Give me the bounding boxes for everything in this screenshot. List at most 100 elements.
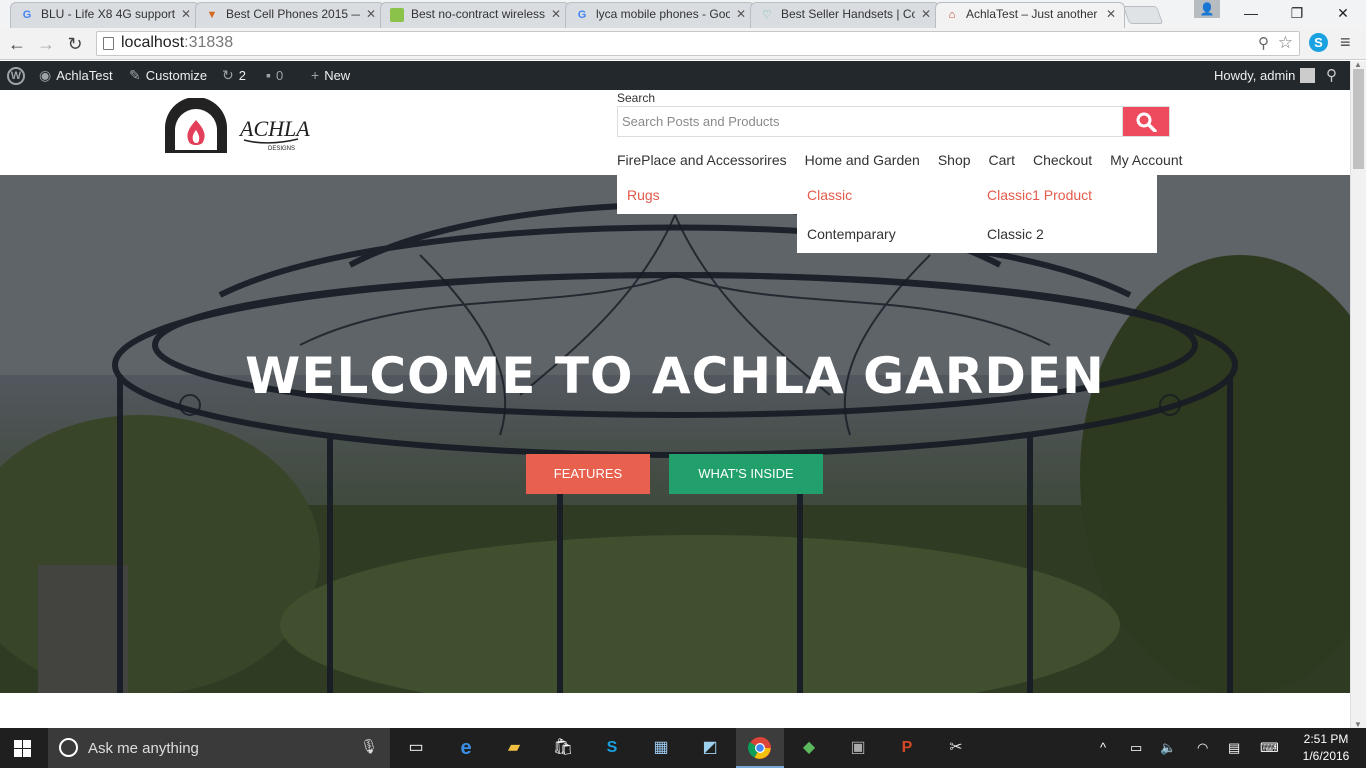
browser-tab[interactable]: ♡ Best Seller Handsets | Co ✕	[750, 2, 940, 28]
skype-extension-icon[interactable]: S	[1309, 33, 1328, 52]
app-icon-4[interactable]: ▣	[846, 736, 870, 760]
wifi-icon[interactable]: ◠	[1197, 740, 1208, 756]
dropdown-item-classic[interactable]: Classic	[807, 187, 852, 203]
scrollbar-thumb[interactable]	[1353, 69, 1364, 169]
logo-wordmark: ACHLA	[238, 116, 310, 141]
google-icon: G	[22, 9, 32, 21]
plus-icon: +	[311, 67, 320, 83]
profile-icon[interactable]: 👤	[1194, 0, 1220, 18]
reload-icon[interactable]: ↻	[64, 33, 86, 55]
browser-tab[interactable]: G BLU - Life X8 4G support ✕	[10, 2, 200, 28]
customize-link[interactable]: ✎ Customize	[129, 61, 207, 90]
tray-chevron-icon[interactable]: ^	[1100, 740, 1106, 755]
cortana-search-box[interactable]: Ask me anything 🎙	[48, 728, 390, 768]
achla-designs-logo[interactable]: ACHLA DESIGNS	[238, 114, 310, 152]
address-bar[interactable]: localhost:31838 ⚲ ☆	[96, 31, 1300, 56]
cortana-placeholder: Ask me anything	[88, 740, 199, 757]
system-clock[interactable]: 2:51 PM 1/6/2016	[1296, 731, 1356, 765]
new-content-link[interactable]: + New	[311, 61, 350, 90]
fireplace-international-logo[interactable]	[161, 98, 231, 154]
back-icon[interactable]: ←	[6, 33, 28, 55]
bookmark-star-icon[interactable]: ☆	[1278, 33, 1293, 53]
edge-icon[interactable]: e	[454, 736, 478, 760]
browser-tab[interactable]: ▼ Best Cell Phones 2015 — ✕	[195, 2, 385, 28]
browser-tab-active[interactable]: ⌂ AchlaTest – Just another W ✕	[935, 2, 1125, 28]
task-view-icon[interactable]: ▭	[404, 736, 428, 760]
chat-icon	[390, 8, 404, 22]
nav-item-checkout[interactable]: Checkout	[1033, 152, 1092, 168]
features-button[interactable]: FEATURES	[526, 454, 650, 494]
whats-inside-button[interactable]: WHAT'S INSIDE	[669, 454, 823, 494]
chrome-taskbar-button[interactable]	[736, 728, 784, 768]
store-icon[interactable]: 🛍	[551, 736, 575, 760]
comments-link[interactable]: ▪ 0	[266, 61, 283, 90]
my-account-link[interactable]: Howdy, admin	[1214, 61, 1316, 90]
forward-icon[interactable]: →	[35, 33, 57, 55]
updates-icon: ↻	[222, 67, 234, 83]
browser-tab[interactable]: Best no-contract wireless ✕	[380, 2, 570, 28]
nav-item-cart[interactable]: Cart	[989, 152, 1015, 168]
logo-subtitle: DESIGNS	[268, 146, 295, 152]
dropdown-item-classic2[interactable]: Classic 2	[987, 226, 1044, 242]
dropdown-panel-level1: Rugs	[617, 175, 797, 214]
close-tab-icon[interactable]: ✕	[551, 7, 561, 21]
clock-time: 2:51 PM	[1303, 732, 1349, 746]
search-icon[interactable]: ⚲	[1258, 34, 1269, 52]
app-icon[interactable]: ▦	[649, 736, 673, 760]
chrome-icon	[748, 737, 771, 759]
close-tab-icon[interactable]: ✕	[366, 7, 376, 21]
close-tab-icon[interactable]: ✕	[736, 7, 746, 21]
page-scrollbar[interactable]: ▲ ▼	[1350, 60, 1366, 729]
app-icon-5[interactable]: ✂	[944, 736, 968, 760]
windows-start-icon[interactable]	[14, 740, 31, 757]
tab-title: Best Cell Phones 2015 —	[226, 7, 360, 21]
dropdown-item-classic1-product[interactable]: Classic1 Product	[987, 187, 1092, 203]
microphone-icon[interactable]: 🎙	[360, 738, 378, 755]
restore-icon[interactable]: ❐	[1274, 0, 1320, 26]
page-icon	[103, 37, 114, 50]
tab-title: BLU - Life X8 4G support	[41, 7, 175, 21]
url-text[interactable]: localhost:31838	[121, 34, 233, 52]
minimize-icon[interactable]: —	[1228, 0, 1274, 26]
tab-title: AchlaTest – Just another W	[966, 7, 1100, 21]
browser-tab[interactable]: G lyca mobile phones - Goo ✕	[565, 2, 755, 28]
pizza-icon: ▼	[206, 9, 218, 21]
new-tab-button[interactable]	[1122, 6, 1164, 24]
close-tab-icon[interactable]: ✕	[181, 7, 191, 21]
site-name-link[interactable]: ◉ AchlaTest	[39, 61, 113, 90]
updates-link[interactable]: ↻ 2	[222, 61, 246, 90]
howdy-label: Howdy, admin	[1214, 68, 1296, 83]
menu-icon[interactable]: ≡	[1340, 32, 1351, 53]
app-icon-2[interactable]: ◩	[698, 736, 722, 760]
skype-icon[interactable]: S	[600, 736, 624, 760]
search-button[interactable]	[1122, 106, 1170, 137]
dashboard-icon: ◉	[39, 67, 52, 83]
dropdown-item-rugs[interactable]: Rugs	[627, 187, 660, 203]
powerpoint-icon[interactable]: P	[895, 736, 919, 760]
nav-item-shop[interactable]: Shop	[938, 152, 971, 168]
dropdown-item-contemporary[interactable]: Contemparary	[807, 226, 896, 242]
scroll-up-icon[interactable]: ▲	[1354, 60, 1362, 69]
dropdown-panel-level2: Classic Contemparary Classic1 Product Cl…	[797, 175, 1157, 253]
app-icon-3[interactable]: ◆	[797, 736, 821, 760]
customize-label: Customize	[145, 68, 208, 83]
nav-item-fireplace[interactable]: FirePlace and Accessorires	[617, 152, 787, 168]
nav-item-my-account[interactable]: My Account	[1110, 152, 1182, 168]
volume-icon[interactable]: 🔈	[1160, 740, 1176, 756]
tab-list: G BLU - Life X8 4G support ✕ ▼ Best Cell…	[10, 0, 1164, 28]
comment-icon: ▪	[266, 67, 271, 83]
battery-icon[interactable]: ▭	[1130, 740, 1142, 756]
close-tab-icon[interactable]: ✕	[1106, 7, 1116, 21]
search-icon[interactable]: ⚲	[1326, 61, 1337, 90]
tab-title: Best no-contract wireless	[411, 7, 545, 21]
wordpress-icon[interactable]: W	[7, 67, 25, 85]
clock-date: 1/6/2016	[1302, 749, 1350, 763]
close-window-icon[interactable]: ✕	[1320, 0, 1366, 26]
browser-tab-strip: G BLU - Life X8 4G support ✕ ▼ Best Cell…	[0, 0, 1366, 28]
search-input[interactable]	[617, 106, 1122, 137]
file-explorer-icon[interactable]: ▰	[502, 736, 526, 760]
nav-item-home-garden[interactable]: Home and Garden	[805, 152, 920, 168]
action-center-icon[interactable]: ▤	[1228, 740, 1240, 756]
close-tab-icon[interactable]: ✕	[921, 7, 931, 21]
keyboard-icon[interactable]: ⌨	[1260, 740, 1279, 756]
